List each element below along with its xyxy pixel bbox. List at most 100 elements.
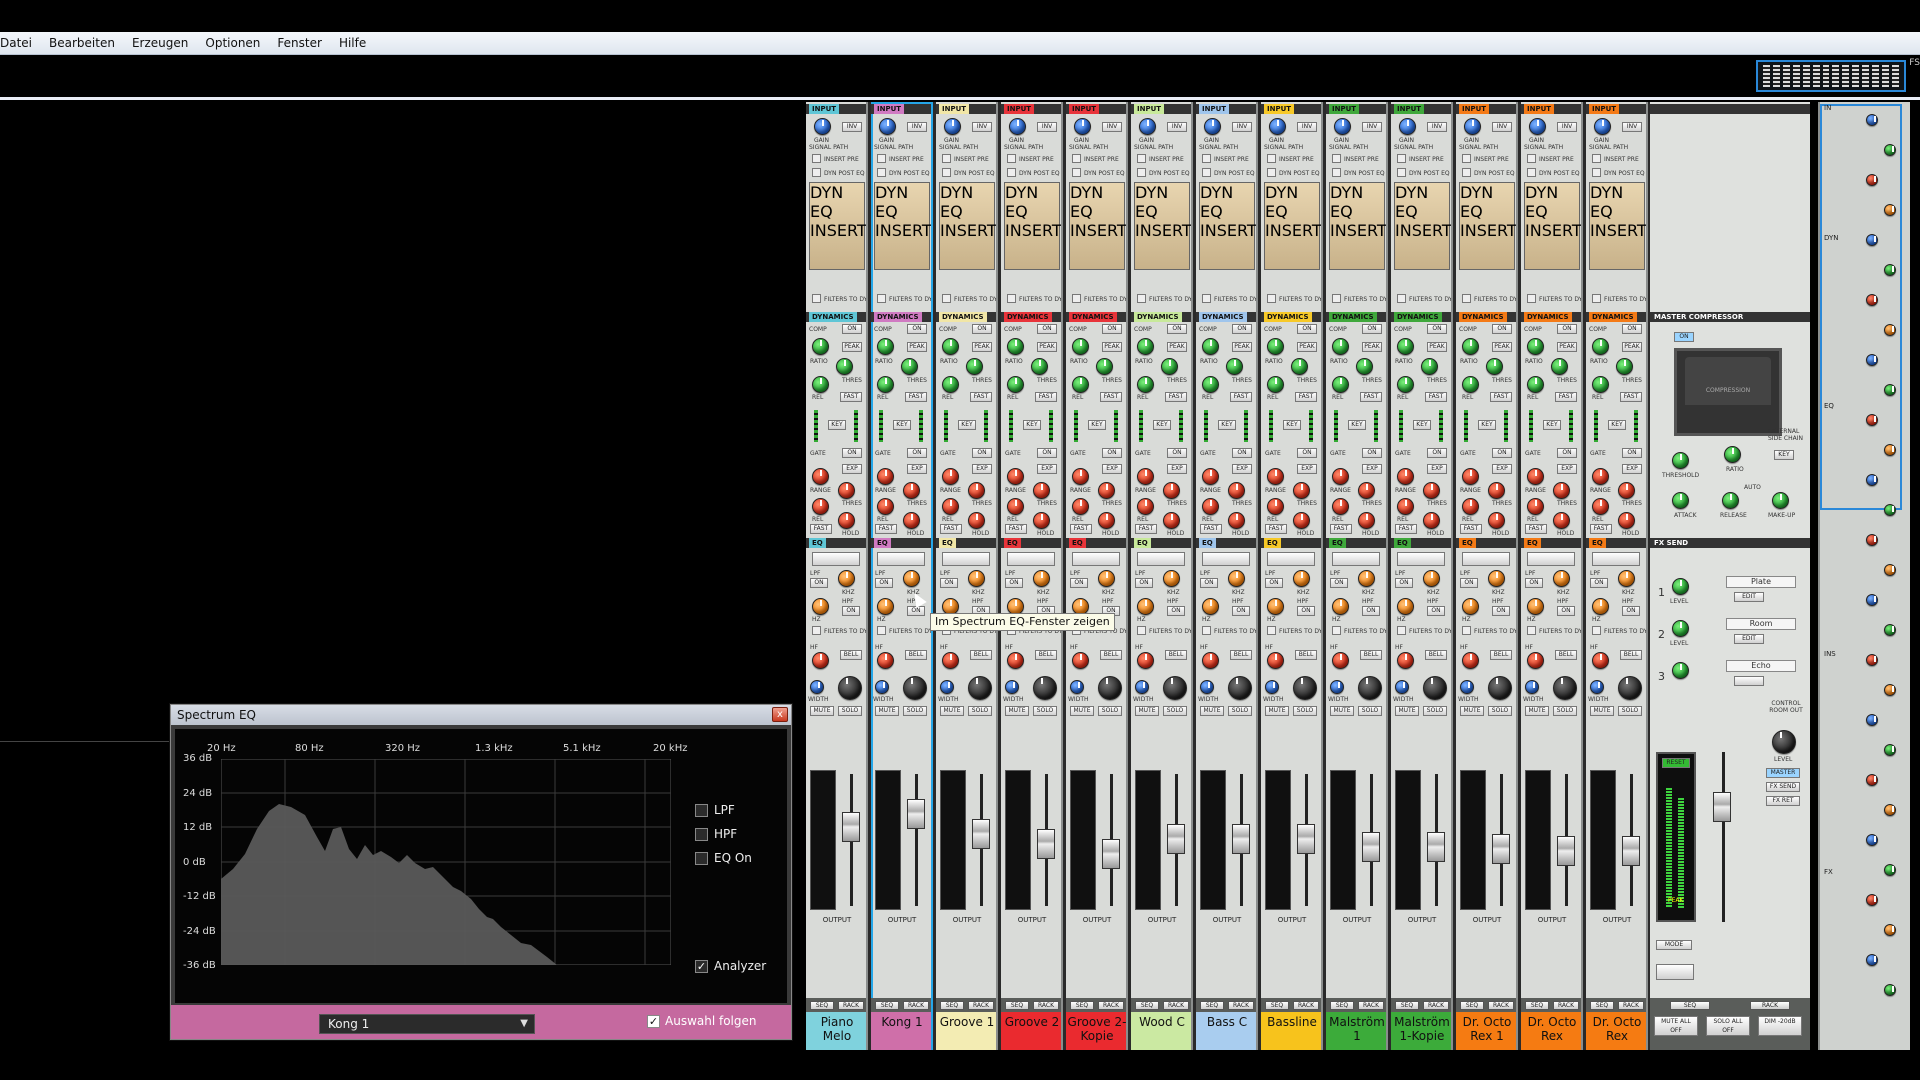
channel-fader[interactable] (842, 812, 860, 842)
spectrum-eq-button[interactable] (1072, 552, 1120, 566)
gate-thres-knob[interactable] (1488, 482, 1505, 499)
gain-knob[interactable] (1399, 118, 1416, 135)
spectrum-eq-button[interactable] (1332, 552, 1380, 566)
lpf-freq-knob[interactable] (1163, 570, 1180, 587)
rack-navigator[interactable] (1756, 60, 1906, 92)
gate-release-knob[interactable] (877, 498, 894, 515)
key-button[interactable]: KEY (1543, 420, 1561, 430)
mute-button[interactable]: MUTE (1330, 706, 1354, 716)
peak-button[interactable]: PEAK (842, 342, 862, 352)
channel-fader[interactable] (1427, 832, 1445, 862)
insert-pre-checkbox[interactable] (942, 154, 951, 163)
hpf-checkbox[interactable]: HPF (695, 827, 737, 841)
spectrum-eq-button[interactable] (1397, 552, 1445, 566)
gate-fast-button[interactable]: FAST (1525, 524, 1547, 534)
rack-button[interactable]: RACK (1618, 1001, 1644, 1010)
solo-button[interactable]: SOLO (1293, 706, 1317, 716)
comp-release-knob[interactable] (1592, 376, 1609, 393)
filters-eq-checkbox[interactable] (877, 626, 886, 635)
gate-hold-knob[interactable] (838, 512, 855, 529)
fast-button[interactable]: FAST (1425, 392, 1447, 402)
rack-knob[interactable] (1866, 894, 1878, 906)
exp-button[interactable]: EXP (1232, 464, 1252, 474)
comp-ratio-knob[interactable] (1462, 338, 1479, 355)
gate-range-knob[interactable] (1007, 468, 1024, 485)
width-knob[interactable] (1135, 680, 1149, 694)
solo-button[interactable]: SOLO (1228, 706, 1252, 716)
width-knob[interactable] (1460, 680, 1474, 694)
gate-hold-knob[interactable] (1553, 512, 1570, 529)
rack-button[interactable]: RACK (1098, 1001, 1124, 1010)
output-select[interactable]: OUTPUT (1066, 914, 1126, 926)
master-rack-button[interactable]: RACK (1750, 1001, 1790, 1010)
menu-item[interactable]: Datei (0, 36, 41, 50)
hf-knob[interactable] (877, 652, 894, 669)
gate-fast-button[interactable]: FAST (1005, 524, 1027, 534)
solo-button[interactable]: SOLO (1358, 706, 1382, 716)
fx-slot-name[interactable]: Room (1726, 618, 1796, 630)
rack-button[interactable]: RACK (1358, 1001, 1384, 1010)
gate-fast-button[interactable]: FAST (1200, 524, 1222, 534)
master-seq-button[interactable]: SEQ (1670, 1001, 1710, 1010)
peak-button[interactable]: PEAK (907, 342, 927, 352)
lpf-freq-knob[interactable] (1618, 570, 1635, 587)
inv-button[interactable]: INV (1622, 122, 1642, 132)
filters-eq-checkbox[interactable] (1137, 626, 1146, 635)
exp-button[interactable]: EXP (1427, 464, 1447, 474)
lpf-on-button[interactable]: ON (1005, 578, 1023, 588)
comp-thres-knob[interactable] (836, 358, 853, 375)
comp-on-button[interactable]: ON (1427, 324, 1447, 334)
master-eq-button[interactable] (1656, 964, 1694, 980)
comp-release-knob[interactable] (1527, 376, 1544, 393)
comp-ratio-knob[interactable] (1202, 338, 1219, 355)
mute-button[interactable]: MUTE (810, 706, 834, 716)
insert-pre-checkbox[interactable] (1332, 154, 1341, 163)
key-button[interactable]: KEY (893, 420, 911, 430)
spectrum-eq-button[interactable] (1592, 552, 1640, 566)
width-knob[interactable] (1330, 680, 1344, 694)
output-select[interactable]: OUTPUT (806, 914, 866, 926)
gain-knob[interactable] (1269, 118, 1286, 135)
inv-button[interactable]: INV (1362, 122, 1382, 132)
gate-range-knob[interactable] (1332, 468, 1349, 485)
width-knob[interactable] (1525, 680, 1539, 694)
peak-button[interactable]: PEAK (1232, 342, 1252, 352)
channel-fader[interactable] (1362, 832, 1380, 862)
seq-button[interactable]: SEQ (810, 1001, 834, 1010)
fast-button[interactable]: FAST (970, 392, 992, 402)
comp-ratio-knob[interactable] (1072, 338, 1089, 355)
exp-button[interactable]: EXP (1362, 464, 1382, 474)
bell-button[interactable]: BELL (840, 650, 862, 660)
eq-on-checkbox[interactable]: EQ On (695, 851, 752, 865)
rack-knob[interactable] (1866, 414, 1878, 426)
output-select[interactable]: OUTPUT (936, 914, 996, 926)
device-select[interactable]: Kong 1 ▼ (319, 1014, 535, 1034)
attack-knob[interactable] (1672, 492, 1689, 509)
comp-thres-knob[interactable] (1551, 358, 1568, 375)
fast-button[interactable]: FAST (1165, 392, 1187, 402)
pan-knob[interactable] (1358, 676, 1382, 700)
bell-button[interactable]: BELL (1165, 650, 1187, 660)
rack-knob[interactable] (1866, 534, 1878, 546)
rack-knob[interactable] (1884, 624, 1896, 636)
mute-button[interactable]: MUTE (940, 706, 964, 716)
mute-button[interactable]: MUTE (1005, 706, 1029, 716)
mute-button[interactable]: MUTE (1590, 706, 1614, 716)
lpf-freq-knob[interactable] (968, 570, 985, 587)
fx-slot-name[interactable]: Plate (1726, 576, 1796, 588)
gate-range-knob[interactable] (942, 468, 959, 485)
spectrum-eq-button[interactable] (1202, 552, 1250, 566)
gain-knob[interactable] (879, 118, 896, 135)
hf-knob[interactable] (1527, 652, 1544, 669)
comp-ratio-knob[interactable] (1267, 338, 1284, 355)
menu-item[interactable]: Erzeugen (124, 36, 197, 50)
seq-button[interactable]: SEQ (1005, 1001, 1029, 1010)
solo-all-off-button[interactable]: SOLO ALL OFF (1706, 1016, 1750, 1036)
comp-on-button[interactable]: ON (1037, 324, 1057, 334)
fast-button[interactable]: FAST (840, 392, 862, 402)
rack-knob[interactable] (1866, 714, 1878, 726)
inv-button[interactable]: INV (1297, 122, 1317, 132)
filters-eq-checkbox[interactable] (812, 626, 821, 635)
gate-thres-knob[interactable] (1098, 482, 1115, 499)
hpf-freq-knob[interactable] (1332, 598, 1349, 615)
